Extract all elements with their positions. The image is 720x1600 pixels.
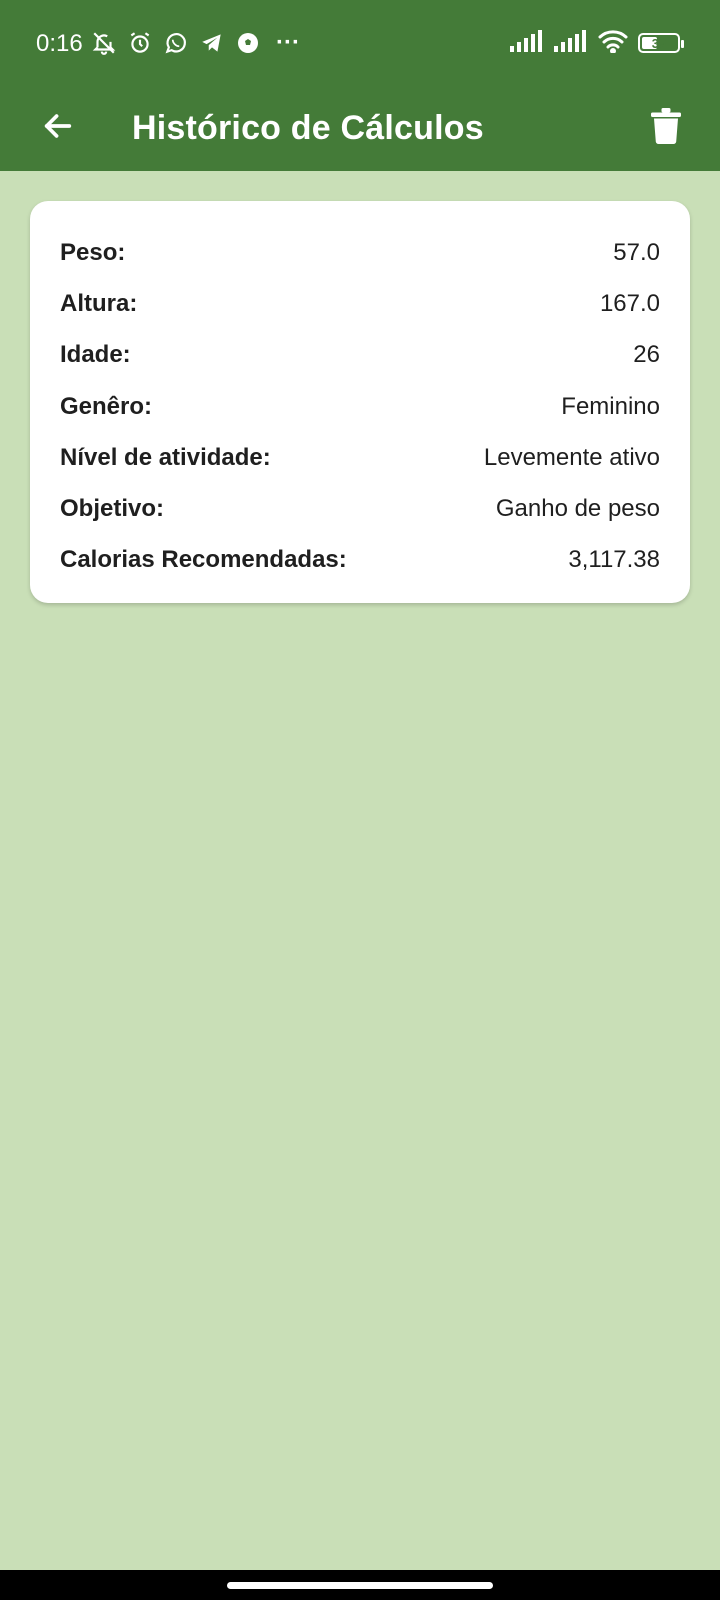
delete-history-button[interactable] xyxy=(638,100,694,156)
home-indicator[interactable] xyxy=(227,1582,493,1589)
signal-icon xyxy=(554,29,588,57)
history-card: Peso: 57.0 Altura: 167.0 Idade: 26 Genêr… xyxy=(30,201,690,603)
system-icons: 39 xyxy=(510,28,684,58)
page-title: Histórico de Cálculos xyxy=(132,109,484,147)
signal-icon xyxy=(510,29,544,57)
row-genero: Genêro: Feminino xyxy=(60,381,660,432)
back-button[interactable] xyxy=(30,100,86,156)
row-value: 3,117.38 xyxy=(568,546,660,574)
arrow-back-icon xyxy=(41,109,75,148)
row-value: 57.0 xyxy=(613,238,660,266)
status-time: 0:16 xyxy=(36,30,83,57)
app-bar: Histórico de Cálculos xyxy=(0,86,720,171)
row-value: Levemente ativo xyxy=(483,443,660,471)
row-value: 26 xyxy=(633,341,660,369)
trash-icon xyxy=(651,107,681,149)
battery-icon: 39 xyxy=(638,33,684,53)
notification-icons: ··· xyxy=(90,28,306,58)
row-label: Peso: xyxy=(60,238,126,266)
alarm-icon xyxy=(126,29,154,57)
row-altura: Altura: 167.0 xyxy=(60,278,660,329)
row-peso: Peso: 57.0 xyxy=(60,227,660,278)
whatsapp-icon xyxy=(162,29,190,57)
row-nivel-atividade: Nível de atividade: Levemente ativo xyxy=(60,432,660,483)
row-objetivo: Objetivo: Ganho de peso xyxy=(60,483,660,534)
wifi-icon xyxy=(598,29,628,58)
row-value: Ganho de peso xyxy=(495,495,660,523)
muted-bell-icon xyxy=(90,29,118,57)
row-label: Objetivo: xyxy=(60,495,165,523)
row-label: Idade: xyxy=(60,341,131,369)
row-label: Nível de atividade: xyxy=(60,443,271,471)
status-bar: 0:16 ··· 39 xyxy=(0,0,720,86)
row-value: Feminino xyxy=(561,392,660,420)
battery-level: 39 xyxy=(651,35,667,51)
row-calorias: Calorias Recomendadas: 3,117.38 xyxy=(60,535,660,586)
telegram-icon xyxy=(198,29,226,57)
navigation-bar xyxy=(0,1570,720,1600)
row-value: 167.0 xyxy=(599,289,660,317)
row-label: Altura: xyxy=(60,289,138,317)
more-dots-icon: ··· xyxy=(276,29,300,56)
row-label: Calorias Recomendadas: xyxy=(60,546,347,574)
soccer-ball-icon xyxy=(234,29,262,57)
row-label: Genêro: xyxy=(60,392,153,420)
row-idade: Idade: 26 xyxy=(60,330,660,381)
